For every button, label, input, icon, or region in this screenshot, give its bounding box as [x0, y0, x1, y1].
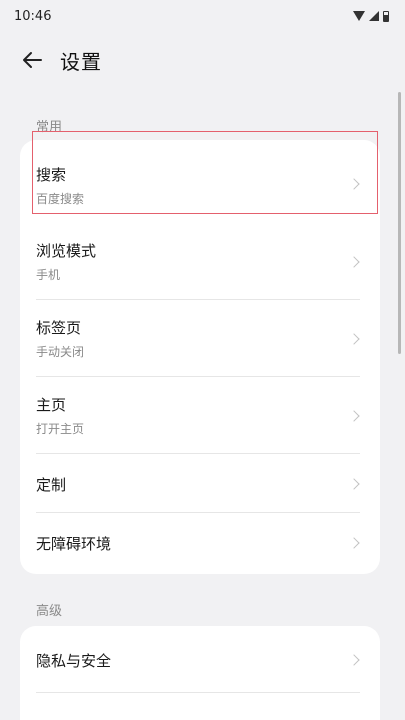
status-icons [353, 10, 389, 22]
page-title: 设置 [60, 49, 102, 74]
chevron-right-icon [348, 256, 360, 268]
scrollbar[interactable] [398, 92, 401, 354]
chevron-right-icon [348, 478, 360, 490]
settings-item-privacy-security[interactable]: 隐私与安全 [20, 626, 380, 692]
signal-icon [369, 11, 379, 21]
settings-item-title: 标签页 [36, 319, 82, 337]
status-bar: 10:46 [0, 0, 405, 32]
settings-item-title: 定制 [36, 476, 67, 494]
section-header-common: 常用 [36, 120, 63, 135]
chevron-right-icon [348, 178, 360, 190]
settings-item-browse-mode[interactable]: 浏览模式 手机 [20, 222, 380, 298]
settings-item-subtitle: 打开主页 [36, 422, 85, 436]
chevron-right-icon [348, 333, 360, 345]
settings-item-tabs[interactable]: 标签页 手动关闭 [20, 300, 380, 376]
settings-screen: 10:46 设置 常用 搜索 百度搜索 浏览模式 手机 标签页 手动关闭 主页 … [0, 0, 405, 720]
app-bar: 设置 [0, 38, 405, 82]
settings-card-common: 搜索 百度搜索 浏览模式 手机 标签页 手动关闭 主页 打开主页 定制 无障碍环… [20, 140, 380, 574]
settings-item-title: 无障碍环境 [36, 535, 112, 553]
back-button[interactable] [14, 42, 50, 78]
chevron-right-icon [348, 410, 360, 422]
divider [36, 692, 360, 693]
settings-item-search[interactable]: 搜索 百度搜索 [20, 140, 380, 216]
settings-item-title: 隐私与安全 [36, 652, 112, 670]
settings-item-homepage[interactable]: 主页 打开主页 [20, 377, 380, 453]
settings-item-title: 搜索 [36, 166, 67, 184]
chevron-right-icon [348, 654, 360, 666]
wifi-icon [353, 11, 365, 21]
settings-item-subtitle: 手动关闭 [36, 345, 85, 359]
settings-item-subtitle: 百度搜索 [36, 192, 85, 206]
arrow-left-icon [23, 52, 42, 68]
settings-item-title: 浏览模式 [36, 242, 97, 260]
chevron-right-icon [348, 537, 360, 549]
settings-item-title: 主页 [36, 396, 67, 414]
settings-item-subtitle: 手机 [36, 268, 61, 282]
status-time: 10:46 [14, 8, 52, 24]
settings-item-customize[interactable]: 定制 [20, 454, 380, 512]
battery-icon [383, 10, 389, 22]
settings-item-accessibility[interactable]: 无障碍环境 [20, 513, 380, 573]
section-header-advanced: 高级 [36, 604, 63, 619]
settings-card-advanced: 隐私与安全 [20, 626, 380, 720]
